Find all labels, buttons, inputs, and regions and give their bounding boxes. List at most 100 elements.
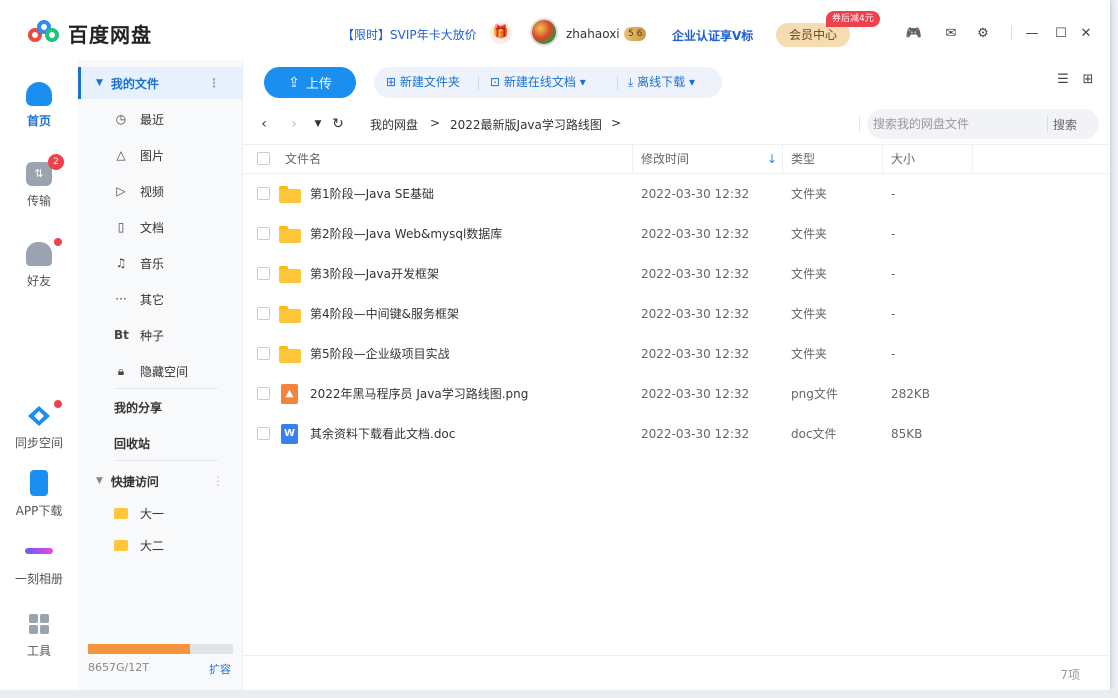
column-header-modified[interactable]: 修改时间 xyxy=(641,145,689,173)
row-checkbox[interactable] xyxy=(257,267,270,280)
gift-icon[interactable]: 🎁 xyxy=(490,22,512,44)
enterprise-verify-link[interactable]: 企业认证享V标 xyxy=(672,27,753,44)
file-name[interactable]: 第3阶段—Java开发框架 xyxy=(310,254,439,294)
caret-down-icon[interactable]: ▼ xyxy=(96,78,103,88)
folder-icon xyxy=(279,346,301,363)
back-icon[interactable]: ‹ xyxy=(255,115,273,133)
quick-access-folder[interactable]: 大一 xyxy=(78,497,243,529)
rail-item-friends[interactable]: 好友 xyxy=(0,238,78,289)
sidebar-item-quick-access[interactable]: ▼ 快捷访问 ⋮ xyxy=(78,465,243,497)
breadcrumb-item[interactable]: 2022最新版Java学习路线图 xyxy=(450,116,602,133)
sidebar-item-label: 快捷访问 xyxy=(110,474,159,489)
table-row[interactable]: 第4阶段—中间键&服务框架 2022-03-30 12:32 文件夹 - xyxy=(243,294,1110,334)
sidebar-item-label: 文档 xyxy=(140,220,165,235)
sidebar-item-torrent[interactable]: Bt 种子 xyxy=(78,319,243,351)
sidebar-item-my-share[interactable]: 我的分享 xyxy=(78,391,243,423)
upload-button[interactable]: ⇪ 上传 xyxy=(264,67,356,98)
row-checkbox[interactable] xyxy=(257,307,270,320)
file-size: 85KB xyxy=(891,427,923,441)
app-logo[interactable]: 百度网盘 xyxy=(28,19,152,48)
breadcrumb-item[interactable]: 我的网盘 xyxy=(370,116,418,133)
search-input[interactable] xyxy=(873,116,1043,132)
close-icon[interactable]: ✕ xyxy=(1076,24,1096,44)
sort-descending-icon[interactable]: ↓ xyxy=(767,145,777,173)
column-header-name[interactable]: 文件名 xyxy=(285,145,321,173)
select-all-checkbox[interactable] xyxy=(257,152,270,165)
rail-item-home[interactable]: 首页 xyxy=(0,82,78,129)
caret-down-icon[interactable]: ▼ xyxy=(96,476,103,486)
sidebar-item-label: 音乐 xyxy=(140,256,165,271)
sidebar-item-videos[interactable]: ▷ 视频 xyxy=(78,175,243,207)
modified-time: 2022-03-30 12:32 xyxy=(641,347,750,361)
file-name[interactable]: 第2阶段—Java Web&mysql数据库 xyxy=(310,214,502,254)
offline-download-label: 离线下载 xyxy=(637,75,686,89)
rail-item-sync[interactable]: 同步空间 xyxy=(0,400,78,451)
sidebar-item-my-files[interactable]: ▼ 我的文件 ⋮ xyxy=(78,67,243,99)
rail-item-album[interactable]: 一刻相册 xyxy=(0,540,78,587)
column-header-size[interactable]: 大小 xyxy=(891,145,915,173)
table-row[interactable]: 第2阶段—Java Web&mysql数据库 2022-03-30 12:32 文件… xyxy=(243,214,1110,254)
table-row[interactable]: 第5阶段—企业级项目实战 2022-03-30 12:32 文件夹 - xyxy=(243,334,1110,374)
new-online-doc-button[interactable]: ⊡ 新建在线文档 ▾ xyxy=(490,67,586,98)
refresh-icon[interactable]: ↻ xyxy=(329,115,347,133)
more-dots-icon[interactable]: ⋮ xyxy=(212,474,224,488)
sidebar-item-label: 隐藏空间 xyxy=(140,364,189,379)
avatar[interactable] xyxy=(530,18,558,46)
table-row[interactable]: W 其余资料下载看此文档.doc 2022-03-30 12:32 doc文件 85KB xyxy=(243,414,1110,454)
file-size: - xyxy=(891,267,896,281)
new-online-doc-label: 新建在线文档 xyxy=(503,75,576,89)
sidebar-item-images[interactable]: △ 图片 xyxy=(78,139,243,171)
game-controller-icon[interactable]: 🎮 xyxy=(904,24,924,44)
rail-item-transfer[interactable]: ⇅ 2 传输 xyxy=(0,154,78,209)
column-header-type[interactable]: 类型 xyxy=(791,145,815,173)
history-dropdown-icon[interactable]: ▼ xyxy=(309,115,327,133)
quick-access-folder[interactable]: 大二 xyxy=(78,529,243,561)
toolbar-actions: ⊞ 新建文件夹 ⊡ 新建在线文档 ▾ ⤓ 离线下载 ▾ xyxy=(374,67,722,98)
sidebar-item-hidden-space[interactable]: 🔒︎ 隐藏空间 xyxy=(78,355,243,387)
more-dots-icon[interactable]: ⋮ xyxy=(208,76,220,90)
sidebar-item-recycle-bin[interactable]: 回收站 xyxy=(78,427,243,459)
new-doc-icon: ⊡ xyxy=(490,75,504,89)
file-name[interactable]: 第5阶段—企业级项目实战 xyxy=(310,334,450,374)
mail-icon[interactable]: ✉ xyxy=(941,24,961,44)
rail-item-app-download[interactable]: APP下载 xyxy=(0,470,78,519)
new-folder-button[interactable]: ⊞ 新建文件夹 xyxy=(386,67,460,98)
toolbar-divider xyxy=(617,76,618,90)
file-size: - xyxy=(891,187,896,201)
column-divider xyxy=(632,145,633,173)
table-row[interactable]: 第1阶段—Java SE基础 2022-03-30 12:32 文件夹 - xyxy=(243,174,1110,214)
forward-icon[interactable]: › xyxy=(285,115,303,133)
row-checkbox[interactable] xyxy=(257,187,270,200)
sort-icon[interactable]: ☰ xyxy=(1054,72,1072,88)
file-name[interactable]: 2022年黑马程序员 Java学习路线图.png xyxy=(310,374,528,414)
svip-promo-link[interactable]: 【限时】SVIP年卡大放价 xyxy=(342,26,477,43)
maximize-icon[interactable]: ☐ xyxy=(1051,24,1071,44)
toolbar-divider xyxy=(478,76,479,90)
offline-download-button[interactable]: ⤓ 离线下载 ▾ xyxy=(628,67,695,98)
grid-view-icon[interactable]: ⊞ xyxy=(1079,72,1097,88)
expand-storage-link[interactable]: 扩容 xyxy=(209,661,231,677)
table-row[interactable]: 第3阶段—Java开发框架 2022-03-30 12:32 文件夹 - xyxy=(243,254,1110,294)
file-name[interactable]: 其余资料下载看此文档.doc xyxy=(310,414,455,454)
sidebar-item-other[interactable]: ··· 其它 xyxy=(78,283,243,315)
file-name[interactable]: 第1阶段—Java SE基础 xyxy=(310,174,434,214)
search-button[interactable]: 搜索 xyxy=(1053,116,1077,133)
username[interactable]: zhahaoxi xyxy=(566,27,620,41)
row-checkbox[interactable] xyxy=(257,427,270,440)
minimize-icon[interactable]: — xyxy=(1022,24,1042,44)
table-row[interactable]: ▲ 2022年黑马程序员 Java学习路线图.png 2022-03-30 12:3… xyxy=(243,374,1110,414)
row-checkbox[interactable] xyxy=(257,387,270,400)
modified-time: 2022-03-30 12:32 xyxy=(641,387,750,401)
rail-item-label: 同步空间 xyxy=(14,436,63,450)
row-checkbox[interactable] xyxy=(257,227,270,240)
storage-usage-bar xyxy=(88,644,233,654)
settings-icon[interactable]: ⚙ xyxy=(973,24,993,44)
rail-item-tools[interactable]: 工具 xyxy=(0,612,78,659)
sidebar-item-recent[interactable]: ◷ 最近 xyxy=(78,103,243,135)
sidebar-item-docs[interactable]: ▯ 文档 xyxy=(78,211,243,243)
sidebar-item-music[interactable]: ♫ 音乐 xyxy=(78,247,243,279)
app-window: 百度网盘 【限时】SVIP年卡大放价 🎁 zhahaoxi 5 6 企业认证享V… xyxy=(0,0,1110,690)
modified-time: 2022-03-30 12:32 xyxy=(641,427,750,441)
file-name[interactable]: 第4阶段—中间键&服务框架 xyxy=(310,294,459,334)
row-checkbox[interactable] xyxy=(257,347,270,360)
